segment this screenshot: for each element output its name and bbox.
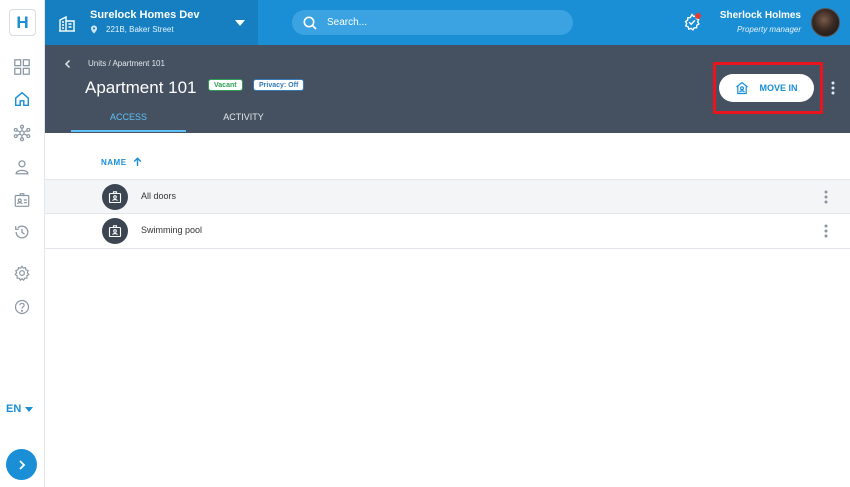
expand-sidebar-button[interactable] [6, 449, 37, 480]
app-logo[interactable]: H [9, 9, 36, 36]
user-role: Property manager [736, 25, 801, 34]
user-avatar[interactable] [811, 8, 840, 37]
left-sidebar: H EN [0, 0, 45, 487]
status-badge-vacant: Vacant [208, 79, 243, 91]
history-icon[interactable] [12, 222, 32, 242]
search-icon [303, 16, 317, 30]
more-vertical-icon[interactable] [821, 189, 831, 205]
site-selector[interactable]: Surelock Homes Dev 221B, Baker Street [45, 0, 258, 45]
more-vertical-icon[interactable] [821, 223, 831, 239]
name-column-header[interactable]: NAME [101, 157, 142, 167]
dashboard-icon[interactable] [12, 57, 32, 77]
site-address: 221B, Baker Street [90, 25, 174, 34]
home-icon[interactable] [12, 89, 32, 109]
chevron-right-icon [18, 459, 25, 470]
tab-activity[interactable]: ACTIVITY [186, 112, 301, 132]
page-title: Apartment 101 [85, 78, 197, 97]
move-in-button[interactable]: MOVE IN [719, 74, 814, 102]
sort-arrow-up-icon [133, 157, 141, 166]
settings-icon[interactable] [12, 263, 32, 283]
building-icon [59, 15, 75, 32]
chevron-down-icon [235, 20, 245, 26]
unit-header: Units / Apartment 101 Apartment 101 Vaca… [45, 45, 850, 133]
site-name: Surelock Homes Dev [90, 9, 200, 21]
network-icon[interactable] [12, 123, 32, 143]
move-in-icon [736, 81, 749, 95]
table-row[interactable]: Swimming pool [45, 214, 850, 249]
user-name[interactable]: Sherlock Holmes [720, 10, 801, 21]
status-badge-privacy: Privacy: Off [253, 79, 305, 91]
more-vertical-icon[interactable] [828, 80, 838, 96]
location-pin-icon [90, 25, 98, 34]
search-input[interactable] [327, 17, 547, 28]
badge-icon[interactable] [12, 190, 32, 210]
notification-badge [695, 13, 701, 19]
search-bar[interactable] [292, 10, 573, 35]
chevron-down-icon [25, 406, 34, 412]
table-row[interactable]: All doors [45, 179, 850, 214]
access-card-icon [102, 218, 128, 244]
help-icon[interactable] [12, 297, 32, 317]
user-icon[interactable] [12, 157, 32, 177]
breadcrumb[interactable]: Units / Apartment 101 [88, 59, 165, 68]
access-card-icon [102, 184, 128, 210]
notification-icon[interactable] [682, 12, 702, 32]
top-bar: Surelock Homes Dev 221B, Baker Street Sh… [45, 0, 850, 45]
row-name: Swimming pool [141, 225, 203, 235]
language-selector[interactable]: EN [6, 403, 34, 415]
tab-access[interactable]: ACCESS [71, 112, 186, 132]
back-chevron-icon[interactable] [63, 59, 73, 69]
row-name: All doors [141, 191, 177, 201]
